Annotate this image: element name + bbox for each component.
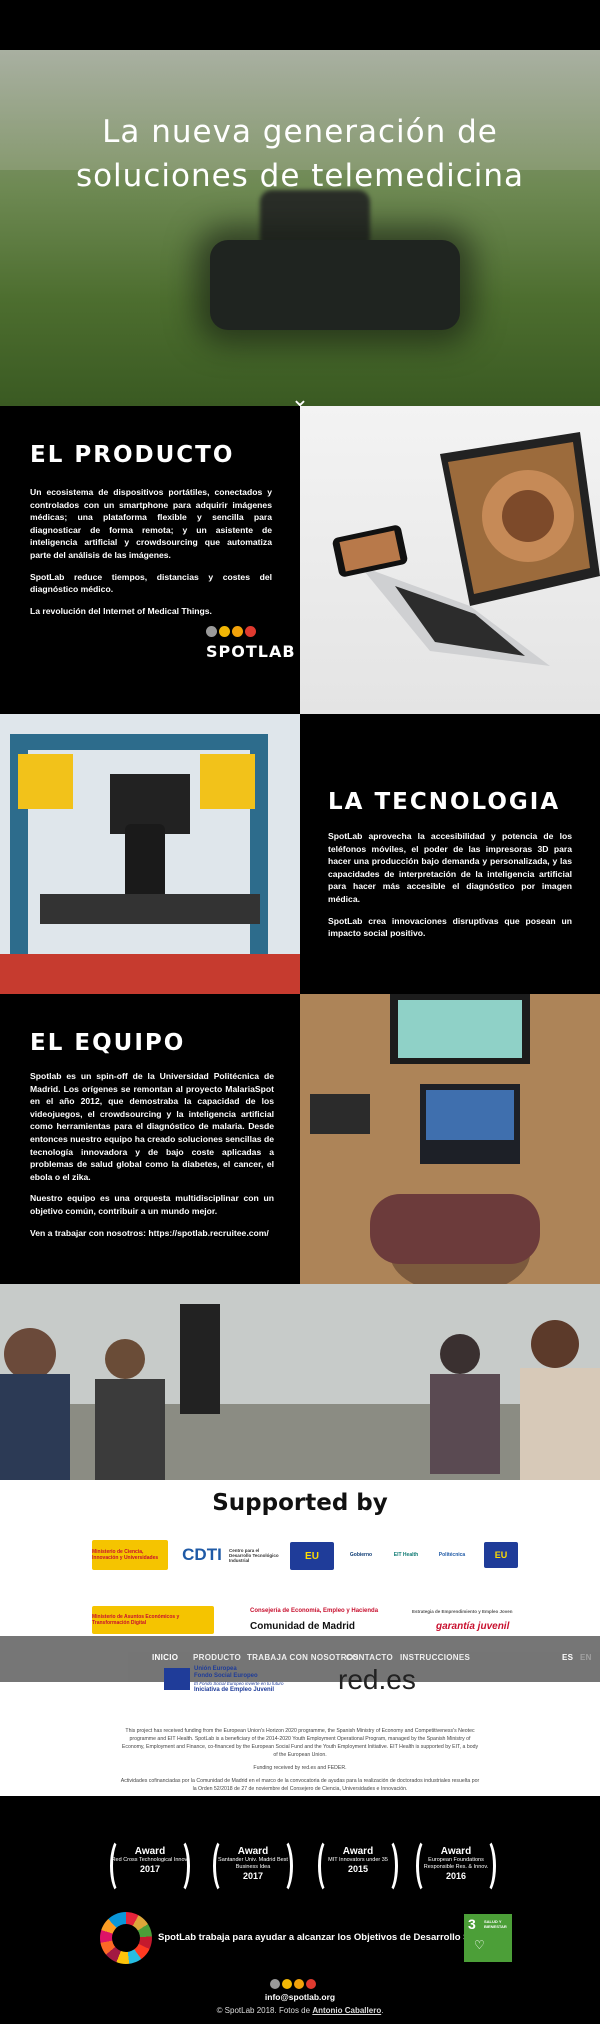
ministerio-ciencia-logo: Ministerio de Ciencia, Innovación y Univ… bbox=[92, 1540, 168, 1570]
funding-note-1: This project has received funding from t… bbox=[121, 1728, 479, 1758]
eu-flag-logo-2: EU bbox=[484, 1542, 518, 1568]
gobierno-logo-text: Gobierno bbox=[349, 1552, 373, 1558]
workbench-photo bbox=[300, 994, 600, 1284]
comunidad-madrid-consejeria-text: Consejería de Economía, Empleo y Haciend… bbox=[250, 1608, 379, 1614]
hero-title: La nueva generación de soluciones de tel… bbox=[40, 110, 560, 198]
gobierno-logo: Gobierno bbox=[344, 1540, 378, 1570]
footer-email-link[interactable]: info@spotlab.org bbox=[0, 1992, 600, 2002]
sdg-3-label: SALUD Y BIENESTAR bbox=[484, 1919, 507, 1929]
eu-flag-logo-2-text: EU bbox=[494, 1550, 508, 1560]
equipo-heading: EL EQUIPO bbox=[30, 1030, 186, 1056]
copyright-suffix: . bbox=[381, 2006, 384, 2015]
copyright-text: © SpotLab 2018. Fotos de bbox=[216, 2006, 313, 2015]
tecnologia-text: SpotLab aprovecha la accesibilidad y pot… bbox=[328, 830, 572, 940]
sdg-3-badge: 3 SALUD Y BIENESTAR ♡ bbox=[464, 1914, 512, 1962]
tecnologia-paragraph-1: SpotLab aprovecha la accesibilidad y pot… bbox=[328, 831, 572, 904]
producto-paragraph-3: La revolución del Internet of Medical Th… bbox=[30, 605, 212, 616]
nav-item-producto[interactable]: PRODUCTO bbox=[193, 1653, 241, 1662]
eu-flag-logo-text: EU bbox=[305, 1550, 319, 1562]
ministerio-ciencia-logo-text: Ministerio de Ciencia, Innovación y Univ… bbox=[92, 1549, 159, 1561]
spotlab-logo: SPOTLAB bbox=[206, 624, 296, 661]
3d-printer-photo bbox=[0, 714, 300, 994]
cdti-logo-text: CDTI bbox=[182, 1545, 222, 1564]
sdg-3-number: 3 bbox=[468, 1916, 476, 1932]
hero-title-line2: soluciones de telemedicina bbox=[75, 158, 525, 194]
lang-es-button[interactable]: ES bbox=[562, 1653, 573, 1662]
top-bar bbox=[0, 0, 600, 50]
equipo-paragraph-2: Nuestro equipo es una orquesta multidisc… bbox=[30, 1193, 274, 1216]
garantia-juvenil-logo-text: garantía juvenil bbox=[436, 1620, 510, 1632]
lang-en-button[interactable]: EN bbox=[580, 1653, 592, 1662]
producto-text: Un ecosistema de dispositivos portátiles… bbox=[30, 486, 272, 617]
award-red-cross: Award Red Cross Technological Innov. 201… bbox=[110, 1838, 190, 1894]
hero-title-line1: La nueva generación de bbox=[102, 114, 498, 150]
cdti-logo: CDTI bbox=[176, 1540, 228, 1570]
award-santander: Award Santander Univ. Madrid Best Busine… bbox=[213, 1838, 293, 1894]
supported-title: Supported by bbox=[212, 1490, 388, 1516]
upm-logo-text: Politécnica bbox=[438, 1552, 466, 1558]
tecnologia-paragraph-2: SpotLab crea innovaciones disruptivas qu… bbox=[328, 915, 572, 939]
eit-health-logo: EIT Health bbox=[390, 1540, 422, 1570]
award-mit: Award MIT Innovators under 35 2015 bbox=[318, 1838, 398, 1894]
nav-item-instrucciones[interactable]: INSTRUCCIONES bbox=[400, 1653, 470, 1662]
comunidad-madrid-consejeria: Consejería de Economía, Empleo y Haciend… bbox=[250, 1604, 380, 1618]
comunidad-madrid-logo: Comunidad de Madrid bbox=[250, 1618, 380, 1634]
producto-paragraph-1: Un ecosistema de dispositivos portátiles… bbox=[30, 487, 272, 560]
equipo-recruit-link[interactable]: Ven a trabajar con nosotros: https://spo… bbox=[30, 1227, 274, 1240]
emprendimiento-joven-logo-text: Estrategia de Emprendimiento y Empleo Jo… bbox=[412, 1608, 513, 1614]
emprendimiento-joven-logo: Estrategia de Emprendimiento y Empleo Jo… bbox=[412, 1604, 522, 1618]
ministerio-economia-logo-text: Ministerio de Asuntos Económicos y Trans… bbox=[92, 1614, 180, 1626]
fse-tagline-text: El Fondo Social Europeo invierte en tu f… bbox=[194, 1681, 284, 1686]
producto-heading: EL PRODUCTO bbox=[30, 442, 235, 468]
sdg-wheel-icon bbox=[100, 1912, 152, 1964]
photographer-link[interactable]: Antonio Caballero bbox=[312, 2006, 381, 2015]
garantia-juvenil-logo: garantía juvenil bbox=[436, 1618, 536, 1634]
eu-flag-icon bbox=[164, 1668, 190, 1690]
iniciativa-empleo-text: Iniciativa de Empleo Juvenil bbox=[194, 1687, 275, 1693]
producto-paragraph-2: SpotLab reduce tiempos, distancias y cos… bbox=[30, 571, 272, 595]
cdti-subtitle: Centro para el Desarrollo Tecnológico In… bbox=[229, 1540, 279, 1570]
spotlab-logo-text: SPOTLAB bbox=[206, 642, 296, 661]
cdti-subtitle-text: Centro para el Desarrollo Tecnológico In… bbox=[229, 1547, 279, 1563]
hero-image bbox=[0, 50, 600, 406]
upm-logo: Politécnica bbox=[432, 1540, 472, 1570]
fondo-social-europeo-logo: Unión Europea Fondo Social Europeo El Fo… bbox=[194, 1666, 324, 1694]
fondo-social-text: Fondo Social Europeo bbox=[194, 1673, 258, 1679]
union-europea-text: Unión Europea bbox=[194, 1666, 237, 1672]
footer-copyright: © SpotLab 2018. Fotos de Antonio Caballe… bbox=[0, 2006, 600, 2015]
funding-note-3: Actividades cofinanciadas por la Comunid… bbox=[120, 1778, 480, 1792]
laptop-photo bbox=[300, 406, 600, 714]
eit-health-logo-text: EIT Health bbox=[393, 1552, 419, 1558]
nav-item-contacto[interactable]: CONTACTO bbox=[346, 1653, 393, 1662]
tecnologia-heading: LA TECNOLOGIA bbox=[328, 789, 561, 815]
red-es-logo: red.es bbox=[338, 1664, 416, 1695]
comunidad-madrid-logo-text: Comunidad de Madrid bbox=[250, 1620, 355, 1632]
funding-note-2: Funding received by red.es and FEDER. bbox=[253, 1765, 347, 1771]
equipo-paragraph-1: Spotlab es un spin-off de la Universidad… bbox=[30, 1071, 274, 1182]
spotlab-logo-dots bbox=[206, 624, 296, 642]
equipo-text: Spotlab es un spin-off de la Universidad… bbox=[30, 1070, 274, 1239]
nav-item-trabaja[interactable]: TRABAJA CON NOSOTROS bbox=[247, 1653, 359, 1662]
award-european-foundations: Award European Foundations Responsible R… bbox=[416, 1838, 496, 1894]
funding-note: This project has received funding from t… bbox=[120, 1727, 480, 1793]
sdg-text: SpotLab trabaja para ayudar a alcanzar l… bbox=[158, 1932, 512, 1943]
ministerio-economia-logo: Ministerio de Asuntos Económicos y Trans… bbox=[92, 1606, 214, 1634]
heartbeat-icon: ♡ bbox=[474, 1938, 485, 1952]
eu-flag-logo: EU bbox=[290, 1542, 334, 1570]
nav-item-inicio[interactable]: INICIO bbox=[152, 1653, 178, 1662]
office-team-photo bbox=[0, 1284, 600, 1480]
